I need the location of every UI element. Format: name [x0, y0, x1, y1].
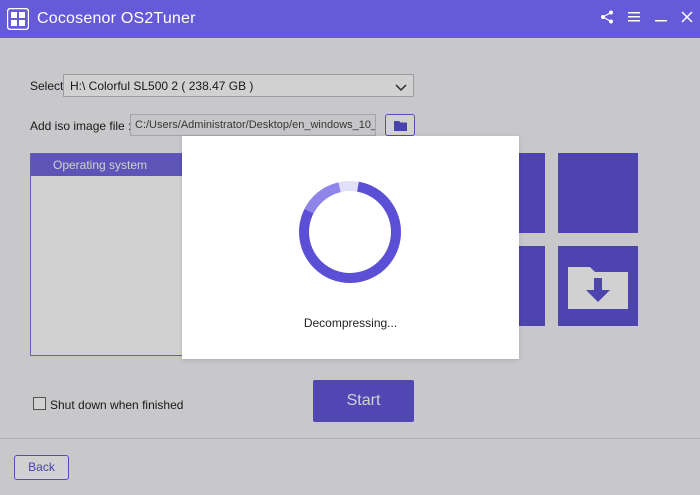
minimize-icon[interactable]: [649, 5, 673, 29]
app-title: Cocosenor OS2Tuner: [37, 10, 196, 27]
close-icon[interactable]: [675, 5, 699, 29]
dialog-status-text: Decompressing...: [303, 316, 398, 330]
share-icon[interactable]: [595, 5, 619, 29]
progress-dialog: Decompressing...: [182, 136, 519, 359]
app-logo-icon: [6, 7, 30, 31]
loading-spinner-icon: [299, 181, 401, 283]
menu-icon[interactable]: [622, 5, 646, 29]
title-bar: Cocosenor OS2Tuner: [0, 0, 700, 38]
